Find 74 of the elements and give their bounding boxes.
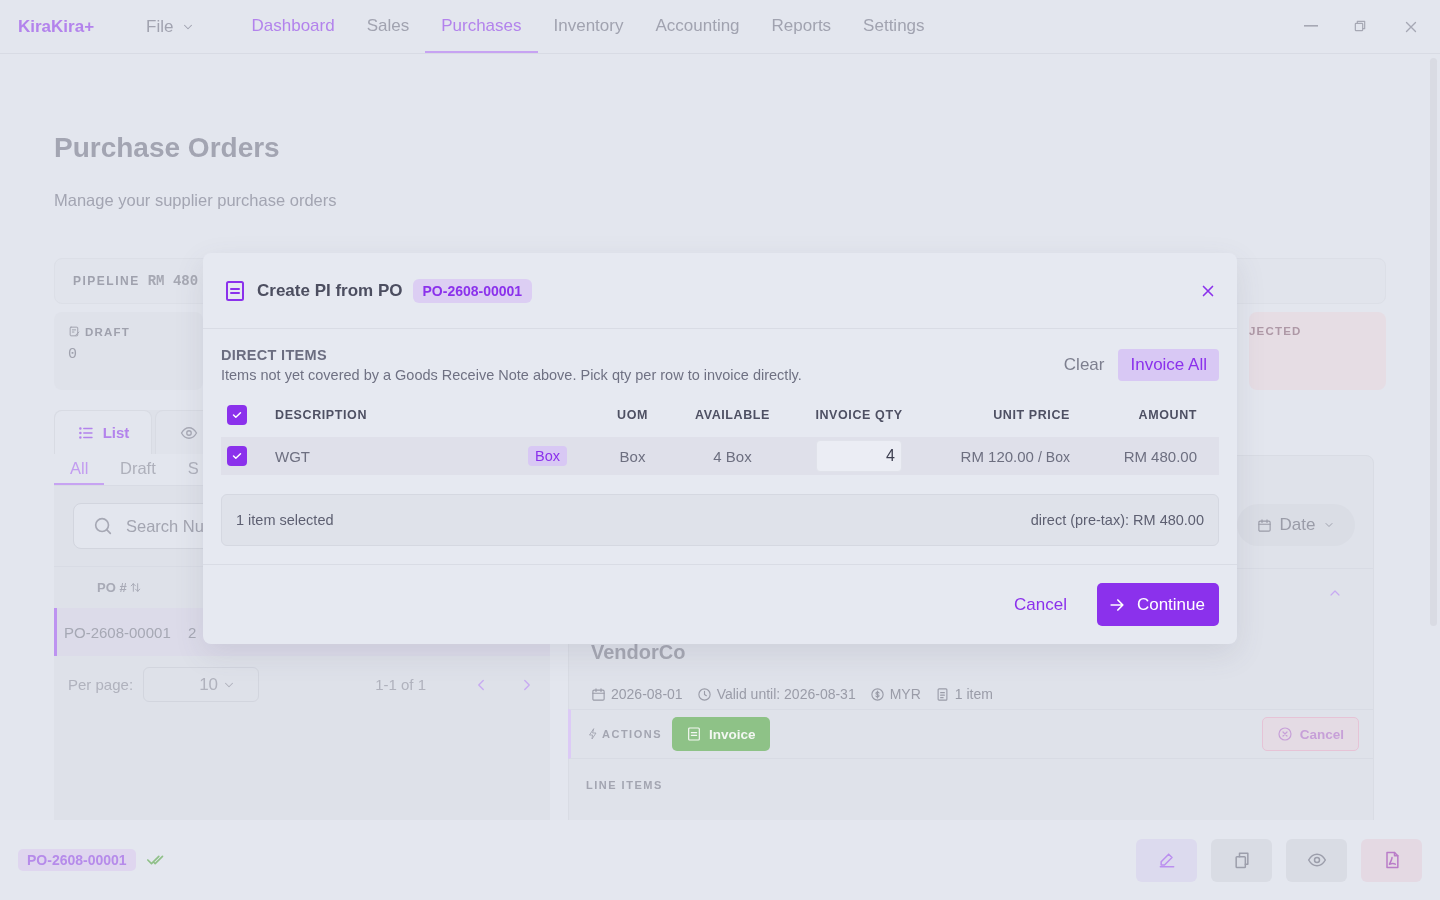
date-filter[interactable]: Date — [1237, 504, 1355, 546]
status-count: 0 — [68, 346, 78, 363]
meta-text: 2026-08-01 — [611, 686, 683, 702]
table-cell-text: RM 480.00 — [1122, 447, 1198, 465]
status-card[interactable]: DRAFT 0 — [54, 312, 203, 390]
list-view-tab[interactable]: List — [54, 410, 152, 454]
page-subtitle: Manage your supplier purchase orders — [54, 191, 338, 210]
status-label: DRAFT — [85, 325, 130, 338]
row-checkbox[interactable] — [227, 446, 247, 466]
selection-count: 1 item selected — [236, 512, 334, 528]
meta-text: MYR — [889, 686, 921, 702]
actions-label: ACTIONS — [602, 728, 662, 740]
eye-icon — [1306, 850, 1327, 870]
table-cell-text: 4 Box — [712, 447, 753, 465]
document-icon — [686, 726, 702, 742]
vendor-name: VendorCo — [590, 641, 687, 665]
calendar-icon — [1256, 517, 1272, 533]
quantity-input[interactable]: 4 — [816, 440, 902, 472]
sort-icon — [128, 581, 142, 594]
pdf-button[interactable] — [1361, 838, 1422, 882]
order-number-badge: PO-2608-00001 — [18, 849, 136, 871]
page-title: Purchase Orders — [54, 131, 281, 162]
nav-tab[interactable]: Inventory — [537, 0, 640, 53]
cancel-order-button[interactable]: Cancel — [1261, 717, 1359, 751]
app-logo: KiraKira+ — [18, 16, 95, 37]
column-header: UNIT PRICE — [992, 408, 1070, 422]
invoice-all-button[interactable]: Invoice All — [1118, 349, 1219, 381]
draft-icon — [68, 325, 81, 338]
section-label: LINE ITEMS — [585, 778, 664, 793]
status-label: JECTED — [1249, 325, 1302, 337]
item-description: WGT — [275, 447, 310, 465]
cancel-button[interactable]: Cancel — [1008, 593, 1073, 616]
file-menu[interactable]: File — [130, 0, 212, 53]
calendar-icon — [591, 686, 606, 702]
invoice-button[interactable]: Invoice — [672, 717, 770, 751]
edit-button[interactable] — [1136, 838, 1197, 882]
nav-tab[interactable]: Dashboard — [235, 0, 351, 53]
meta-text: 1 item — [954, 686, 993, 702]
clear-button[interactable]: Clear — [1049, 355, 1119, 375]
dollar-coin-icon — [869, 686, 885, 702]
meta-text: Valid until: 2026-08-31 — [716, 686, 856, 702]
minimize-icon — [1304, 24, 1318, 27]
clock-icon — [696, 686, 712, 702]
nav-tab[interactable]: Reports — [755, 0, 848, 53]
section-title: DIRECT ITEMS — [221, 347, 328, 363]
column-header: INVOICE QTY — [814, 408, 904, 422]
x-circle-icon — [1276, 726, 1293, 742]
nav-tab[interactable]: Purchases — [425, 0, 538, 53]
column-header: UOM — [616, 408, 649, 422]
section-description: Items not yet covered by a Goods Receive Note above. Pick qty per row to invoice directly. — [221, 367, 802, 383]
filter-tab[interactable]: All — [54, 454, 104, 485]
unit-tag: Box — [528, 446, 567, 466]
pipeline-value: RM 480 — [147, 273, 199, 289]
order-number-badge: PO-2608-00001 — [412, 278, 533, 303]
total-text: direct (pre-tax): RM 480.00 — [1030, 512, 1204, 528]
dialog-title: Create PI from PO — [257, 280, 403, 301]
column-header: DESCRIPTION — [275, 408, 369, 422]
column-header: AMOUNT — [1137, 408, 1198, 422]
continue-button[interactable]: Continue — [1096, 583, 1219, 626]
nav-tab[interactable]: Sales — [350, 0, 426, 53]
nav-tab[interactable]: Settings — [847, 0, 941, 53]
preview-button[interactable] — [1286, 838, 1347, 882]
document-icon — [223, 278, 247, 303]
table-cell-text: Box — [618, 447, 647, 465]
status-card[interactable]: JECTED — [1249, 312, 1386, 390]
document-icon — [934, 686, 950, 702]
pipeline-label: PIPELINE — [73, 274, 140, 288]
column-header: AVAILABLE — [693, 408, 772, 422]
nav-tab[interactable]: Accounting — [639, 0, 756, 53]
lightning-icon — [587, 728, 599, 740]
table-cell-text: RM 120.00 / Box — [959, 447, 1070, 465]
select-all-checkbox[interactable] — [227, 405, 247, 425]
search-icon — [92, 515, 114, 537]
copy-button[interactable] — [1211, 838, 1272, 882]
